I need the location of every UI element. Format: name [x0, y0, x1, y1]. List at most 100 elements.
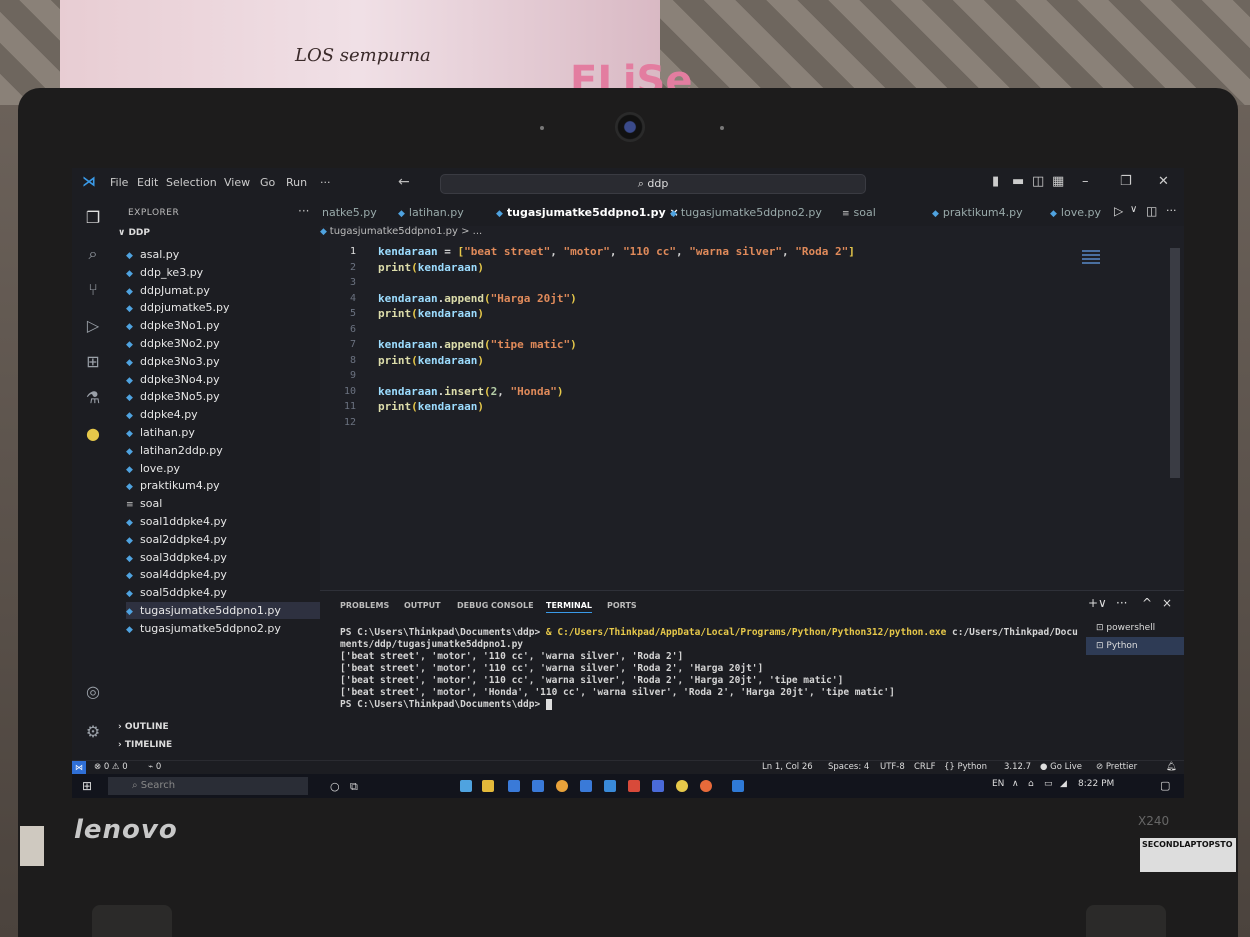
tab-tugasjumatke5ddpno2[interactable]: ◆ tugasjumatke5ddpno2.py: [670, 206, 822, 219]
menu-go[interactable]: Go: [260, 176, 275, 189]
status-encoding[interactable]: UTF-8: [880, 762, 905, 772]
explorer-file-item[interactable]: ◆ latihan2ddp.py: [126, 442, 320, 459]
breadcrumb[interactable]: ◆ tugasjumatke5ddpno1.py > ...: [320, 226, 482, 237]
edge-icon[interactable]: [460, 780, 472, 792]
settings-gear-icon[interactable]: ⚙: [83, 722, 103, 742]
toggle-secondary-sidebar-icon[interactable]: ◫: [1032, 174, 1044, 189]
action-center-icon[interactable]: ▢: [1160, 779, 1170, 792]
back-arrow-icon[interactable]: ←: [398, 174, 410, 190]
outline-section[interactable]: › OUTLINE: [118, 722, 169, 732]
testing-icon[interactable]: ⚗: [83, 388, 103, 408]
status-python-version[interactable]: 3.12.7: [1004, 762, 1031, 772]
taskbar-search-box[interactable]: ⌕ Search: [108, 777, 308, 795]
explorer-file-item[interactable]: ◆ tugasjumatke5ddpno1.py: [126, 602, 320, 619]
app-icon[interactable]: [652, 780, 664, 792]
cortana-icon[interactable]: ○: [330, 780, 342, 793]
status-eol[interactable]: CRLF: [914, 762, 935, 772]
explorer-file-item[interactable]: ◆ ddpke3No3.py: [126, 353, 320, 370]
explorer-file-item[interactable]: ◆ asal.py: [126, 246, 320, 263]
battery-icon[interactable]: ▭: [1044, 779, 1053, 789]
explorer-file-item[interactable]: ◆ ddpke3No2.py: [126, 335, 320, 352]
app-icon[interactable]: [604, 780, 616, 792]
explorer-file-item[interactable]: ◆ ddpke3No1.py: [126, 317, 320, 334]
timeline-section[interactable]: › TIMELINE: [118, 740, 172, 750]
terminal-instance-python[interactable]: ⊡ Python: [1086, 637, 1184, 655]
restore-icon[interactable]: ❐: [1120, 174, 1132, 189]
vscode-logo-icon[interactable]: ⋊: [82, 174, 96, 190]
tab-natke5[interactable]: natke5.py: [322, 206, 377, 219]
tray-overflow-icon[interactable]: ∧: [1012, 779, 1019, 789]
explorer-icon[interactable]: ❐: [83, 208, 103, 228]
toggle-sidebar-icon[interactable]: ▮: [992, 174, 999, 189]
status-problems[interactable]: ⊗ 0 ⚠ 0: [94, 762, 128, 772]
new-terminal-button[interactable]: +∨: [1088, 596, 1107, 610]
run-python-file-icon[interactable]: ▷: [1114, 204, 1123, 218]
tab-soal[interactable]: ≡ soal: [842, 206, 876, 219]
menu-selection[interactable]: Selection: [166, 176, 217, 189]
firefox-icon[interactable]: [700, 780, 712, 792]
search-view-icon[interactable]: ⌕: [83, 244, 103, 264]
source-control-icon[interactable]: ⑂: [83, 280, 103, 300]
account-icon[interactable]: ◎: [83, 682, 103, 702]
panel-tab-problems[interactable]: PROBLEMS: [340, 601, 389, 610]
vscode-taskbar-icon[interactable]: [732, 780, 744, 792]
network-icon[interactable]: ⌂: [1028, 779, 1034, 789]
explorer-file-item[interactable]: ◆ latihan.py: [126, 424, 320, 441]
customize-layout-icon[interactable]: ▦: [1052, 174, 1064, 189]
explorer-file-item[interactable]: ◆ soal5ddpke4.py: [126, 584, 320, 601]
explorer-file-item[interactable]: ◆ ddpke3No4.py: [126, 371, 320, 388]
explorer-more-button[interactable]: ···: [298, 204, 309, 218]
explorer-file-item[interactable]: ◆ ddpJumat.py: [126, 282, 320, 299]
explorer-file-item[interactable]: ◆ soal2ddpke4.py: [126, 531, 320, 548]
terminal-instance-powershell[interactable]: ⊡ powershell: [1086, 619, 1184, 637]
status-ports[interactable]: ⌁ 0: [148, 762, 161, 772]
menu-more[interactable]: ···: [320, 176, 331, 189]
close-window-icon[interactable]: ✕: [1158, 174, 1169, 189]
tab-love[interactable]: ◆ love.py: [1050, 206, 1101, 219]
status-prettier[interactable]: ⊘ Prettier: [1096, 762, 1137, 772]
menu-view[interactable]: View: [224, 176, 250, 189]
remote-indicator-icon[interactable]: ⋈: [72, 761, 86, 775]
explorer-file-item[interactable]: ◆ soal4ddpke4.py: [126, 566, 320, 583]
panel-tab-terminal[interactable]: TERMINAL: [546, 601, 593, 613]
maximize-panel-button[interactable]: ^: [1142, 596, 1152, 610]
app-icon[interactable]: [676, 780, 688, 792]
store-icon[interactable]: [532, 780, 544, 792]
explorer-file-item[interactable]: ≡ soal: [126, 495, 320, 512]
status-go-live[interactable]: ● Go Live: [1040, 762, 1082, 772]
clock[interactable]: 8:22 PM: [1078, 779, 1114, 789]
panel-tab-ports[interactable]: PORTS: [607, 601, 637, 610]
extensions-icon[interactable]: ⊞: [83, 352, 103, 372]
windows-start-icon[interactable]: ⊞: [82, 780, 94, 792]
terminal-prompt-line[interactable]: PS C:\Users\Thinkpad\Documents\ddp>: [340, 699, 552, 710]
menu-file[interactable]: File: [110, 176, 128, 189]
code-editor[interactable]: 1 kendaraan = ["beat street", "motor", "1…: [320, 240, 1184, 590]
explorer-file-item[interactable]: ◆ ddp_ke3.py: [126, 264, 320, 281]
toggle-panel-icon[interactable]: ▬: [1012, 174, 1024, 189]
editor-more-icon[interactable]: ···: [1166, 204, 1177, 217]
task-view-icon[interactable]: ⧉: [350, 780, 362, 793]
app-icon[interactable]: [580, 780, 592, 792]
close-panel-button[interactable]: ×: [1162, 596, 1172, 610]
notifications-bell-icon[interactable]: 🔔︎: [1166, 762, 1177, 772]
panel-more-button[interactable]: ···: [1116, 596, 1127, 610]
status-indentation[interactable]: Spaces: 4: [828, 762, 869, 772]
chrome-icon[interactable]: [556, 780, 568, 792]
status-language[interactable]: {} Python: [944, 762, 987, 772]
tab-praktikum4[interactable]: ◆ praktikum4.py: [932, 206, 1023, 219]
run-dropdown-icon[interactable]: ∨: [1130, 204, 1137, 215]
run-debug-icon[interactable]: ▷: [83, 316, 103, 336]
panel-tab-output[interactable]: OUTPUT: [404, 601, 441, 610]
mail-icon[interactable]: [508, 780, 520, 792]
tray-language[interactable]: EN: [992, 779, 1004, 789]
volume-icon[interactable]: ◢: [1060, 779, 1067, 789]
minimize-icon[interactable]: –: [1082, 174, 1089, 189]
explorer-file-item[interactable]: ◆ ddpke4.py: [126, 406, 320, 423]
menu-edit[interactable]: Edit: [137, 176, 158, 189]
folder-root[interactable]: ∨ DDP: [118, 228, 150, 238]
command-center-search[interactable]: ⌕ ddp: [440, 174, 866, 194]
split-editor-icon[interactable]: ◫: [1146, 204, 1157, 218]
menu-run[interactable]: Run: [286, 176, 307, 189]
python-icon[interactable]: ●: [83, 424, 103, 444]
tab-tugasjumatke5ddpno1[interactable]: ◆ tugasjumatke5ddpno1.py ×: [496, 206, 679, 219]
